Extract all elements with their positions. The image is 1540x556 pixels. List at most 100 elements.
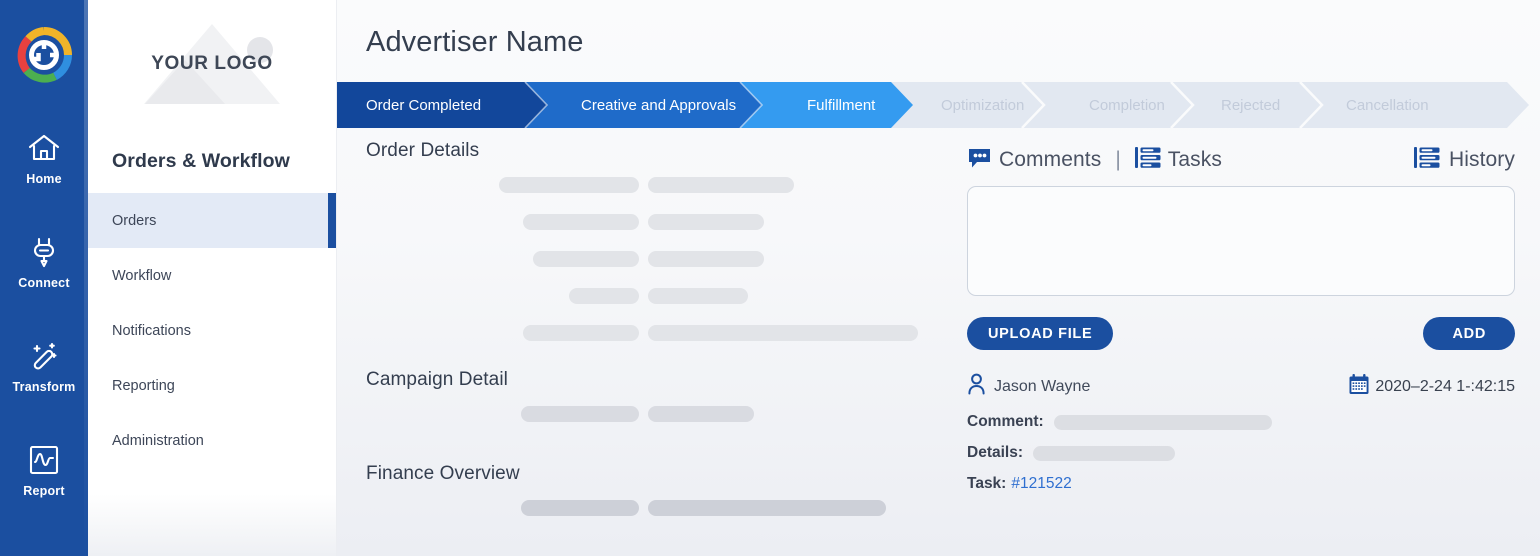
sidebar-item-workflow[interactable]: Workflow [88,248,336,303]
skeleton-bar [523,213,639,230]
rail-item-label: Report [23,483,65,498]
skeleton-bar [648,213,764,230]
rail-item-home[interactable]: Home [0,106,88,210]
order-info-column: Order Details Campaign Detail Finance Ov… [337,140,967,556]
task-field-label: Task: [967,475,1007,492]
upload-file-button[interactable]: UPLOAD FILE [967,317,1114,350]
comment-entry-meta: Jason Wayne 2020–2-24 1-:42:15 [967,373,1515,400]
skeleton-row [366,489,967,526]
sidebar-item-label: Orders [112,212,157,229]
stepper-step-completion[interactable]: Completion [1089,82,1165,128]
sidebar-nav: YOUR LOGO Orders & Workflow Orders Workf… [88,0,337,556]
order-details-skeleton [366,166,967,351]
comment-input[interactable] [967,186,1515,296]
skeleton-row [366,203,967,240]
skeleton-bar [648,405,754,422]
stepper-step-label: Order Completed [366,96,482,114]
task-id-link[interactable]: #121522 [1011,475,1071,493]
section-title-order-details: Order Details [366,140,480,161]
skeleton-bar [648,176,794,193]
stepper-step-label: Fulfillment [807,96,876,114]
rail-item-label: Connect [18,275,70,290]
plug-icon [27,235,61,269]
task-field-row: Task: #121522 [967,475,1515,493]
sidebar-item-administration[interactable]: Administration [88,413,336,468]
stepper-step-cancellation[interactable]: Cancellation [1346,82,1429,128]
tab-tasks[interactable]: Tasks [1168,148,1222,172]
sidebar-item-list: Orders Workflow Notifications Reporting … [88,193,336,468]
rail-item-transform[interactable]: Transform [0,314,88,418]
comment-timestamp: 2020–2-24 1-:42:15 [1375,377,1515,395]
stepper-step-fulfillment[interactable]: Fulfillment [807,82,875,128]
speech-bubble-icon [967,147,992,174]
comments-panel-header: Comments | Tasks History [967,140,1515,180]
tab-separator: | [1115,148,1121,171]
main-content: Advertiser Name Order Completed Creative… [337,0,1540,556]
skeleton-bar [569,287,639,304]
skeleton-bar [648,324,918,341]
sidebar-item-label: Notifications [112,322,191,339]
sidebar-item-notifications[interactable]: Notifications [88,303,336,358]
campaign-detail-skeleton [366,395,967,432]
page-title: Advertiser Name [366,26,584,58]
comment-action-row: UPLOAD FILE ADD [967,317,1515,350]
skeleton-row [366,240,967,277]
skeleton-bar [648,250,764,267]
sidebar-item-orders[interactable]: Orders [88,193,336,248]
skeleton-bar [499,176,639,193]
comment-value-skeleton [1053,414,1272,430]
skeleton-bar [648,287,748,304]
comment-author-name: Jason Wayne [994,377,1091,395]
comment-field-label: Comment: [967,413,1044,430]
task-list-icon [1134,146,1161,174]
sidebar-section-title: Orders & Workflow [112,150,290,172]
skeleton-bar [648,499,886,516]
home-icon [27,131,61,165]
details-field-label: Details: [967,444,1023,461]
stepper-step-label: Rejected [1221,96,1281,114]
stepper-step-label: Cancellation [1346,96,1429,114]
sidebar-item-reporting[interactable]: Reporting [88,358,336,413]
skeleton-bar [523,324,639,341]
stepper-step-creative-and-approvals[interactable]: Creative and Approvals [581,82,736,128]
rail-item-label: Transform [12,379,76,394]
tab-comments[interactable]: Comments [999,148,1101,172]
brand-logo-text: YOUR LOGO [151,53,273,74]
rail-item-connect[interactable]: Connect [0,210,88,314]
rail-item-list: Home Connect Transform Report [0,106,88,522]
rail-item-report[interactable]: Report [0,418,88,522]
stepper-step-label: Creative and Approvals [581,96,737,114]
details-field-row: Details: [967,444,1515,462]
skeleton-bar [533,250,639,267]
add-button[interactable]: ADD [1423,317,1515,350]
person-icon [967,373,986,400]
skeleton-row [366,395,967,432]
magic-wand-icon [27,339,61,373]
skeleton-row [366,314,967,351]
comments-panel: Comments | Tasks History UPLOAD FILE ADD… [967,140,1540,556]
brand-logo-placeholder: YOUR LOGO [88,0,336,128]
finance-overview-skeleton [366,489,967,526]
stepper-step-label: Optimization [941,96,1025,114]
stepper-step-optimization[interactable]: Optimization [941,82,1024,128]
donut-chart-logo-icon[interactable] [15,26,73,84]
stepper-step-order-completed[interactable]: Order Completed [366,82,481,128]
sidebar-item-label: Workflow [112,267,172,284]
comment-author: Jason Wayne [967,373,1090,400]
skeleton-bar [521,405,639,422]
comment-field-row: Comment: [967,413,1515,431]
details-value-skeleton [1033,445,1175,461]
sidebar-item-label: Reporting [112,377,175,394]
rail-item-label: Home [26,171,62,186]
global-icon-rail: Home Connect Transform Report [0,0,88,556]
section-title-finance-overview: Finance Overview [366,463,520,484]
app-window: Home Connect Transform Report YOUR LOGO … [0,0,1540,556]
tab-history[interactable]: History [1449,148,1515,172]
comment-timestamp-group: 2020–2-24 1-:42:15 [1349,373,1515,400]
skeleton-row [366,166,967,203]
calendar-icon [1349,373,1369,400]
stepper-step-rejected[interactable]: Rejected [1221,82,1280,128]
sidebar-item-label: Administration [112,432,204,449]
skeleton-row [366,277,967,314]
content-columns: Order Details Campaign Detail Finance Ov… [337,140,1540,556]
